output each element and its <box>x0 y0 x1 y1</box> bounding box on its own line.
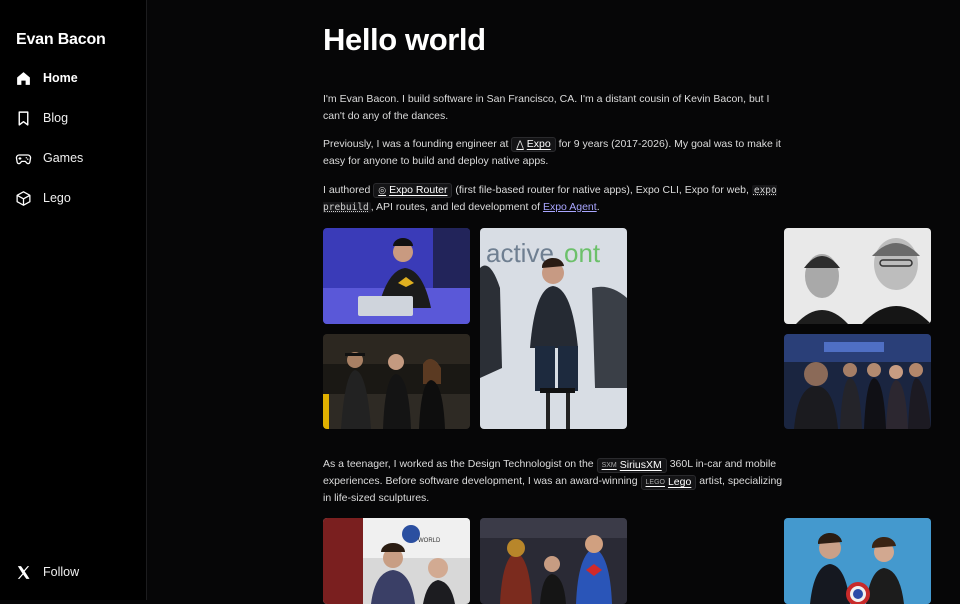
lego-logo-icon: LEGO <box>645 479 665 486</box>
paragraph-text: (first file-based router for native apps… <box>455 184 749 196</box>
sidebar: Evan Bacon Home Blog Games Lego Follow <box>0 0 147 600</box>
photo-superhero-statues <box>480 518 627 604</box>
sidebar-item-games[interactable]: Games <box>15 146 83 170</box>
sidebar-item-home[interactable]: Home <box>15 66 78 90</box>
home-icon <box>15 70 32 87</box>
photo-group-of-three <box>323 334 470 429</box>
paragraph-text: , API routes, and led development of <box>370 201 541 213</box>
siriusxm-logo-icon: SXM <box>601 462 617 469</box>
sidebar-item-label: Blog <box>43 111 69 125</box>
bookmark-icon <box>15 110 32 127</box>
teenager-paragraph: As a teenager, I worked as the Design Te… <box>323 456 783 507</box>
page-title: Hello world <box>323 22 486 57</box>
expo-logo-icon: ⋀ <box>516 139 524 149</box>
paragraph-text: I authored <box>323 184 371 196</box>
photo-comic-con-wall: WORLD <box>323 518 470 604</box>
expo-agent-link[interactable]: Expo Agent <box>543 201 597 213</box>
sidebar-item-blog[interactable]: Blog <box>15 106 68 130</box>
sidebar-item-label: Home <box>43 71 78 85</box>
intro-paragraph: I'm Evan Bacon. I build software in San … <box>323 93 770 122</box>
lego-link[interactable]: LEGO Lego <box>640 475 697 490</box>
cube-icon <box>15 190 32 207</box>
photo-black-white-portrait <box>784 228 931 324</box>
previously-paragraph: Previously, I was a founding engineer at… <box>323 136 783 170</box>
expo-link[interactable]: ⋀ Expo <box>511 137 556 152</box>
main-content: Hello world I'm Evan Bacon. I build soft… <box>148 0 960 604</box>
svg-text:WORLD: WORLD <box>418 538 441 544</box>
expo-router-icon: ◎ <box>378 185 387 195</box>
chip-label: Expo <box>526 138 551 150</box>
photo-captain-america-display <box>784 518 931 604</box>
sidebar-item-lego[interactable]: Lego <box>15 186 71 210</box>
paragraph-text: . <box>596 201 600 213</box>
svg-text:ont: ont <box>564 238 601 268</box>
expo-router-link[interactable]: ◎ Expo Router <box>373 183 453 198</box>
chip-label: SiriusXM <box>619 459 662 471</box>
x-logo-icon <box>15 564 32 581</box>
photo-speaker-on-stage <box>323 228 470 324</box>
brand-name[interactable]: Evan Bacon <box>16 31 106 49</box>
chip-label: Expo Router <box>389 184 448 196</box>
follow-label: Follow <box>43 565 80 579</box>
sidebar-item-label: Lego <box>43 191 71 205</box>
sidebar-item-label: Games <box>43 151 84 165</box>
siriusxm-link[interactable]: SXM SiriusXM <box>596 458 667 473</box>
paragraph-text: Previously, I was a founding engineer at <box>323 138 509 150</box>
photo-group-at-event <box>784 334 931 429</box>
chip-label: Lego <box>667 476 692 488</box>
follow-link[interactable]: Follow <box>15 560 79 584</box>
photo-panel-talk: active ont <box>480 228 627 429</box>
authored-paragraph: I authored ◎ Expo Router (first file-base… <box>323 182 783 216</box>
paragraph-text: As a teenager, I worked as the Design Te… <box>323 458 594 470</box>
gamepad-icon <box>15 150 32 167</box>
